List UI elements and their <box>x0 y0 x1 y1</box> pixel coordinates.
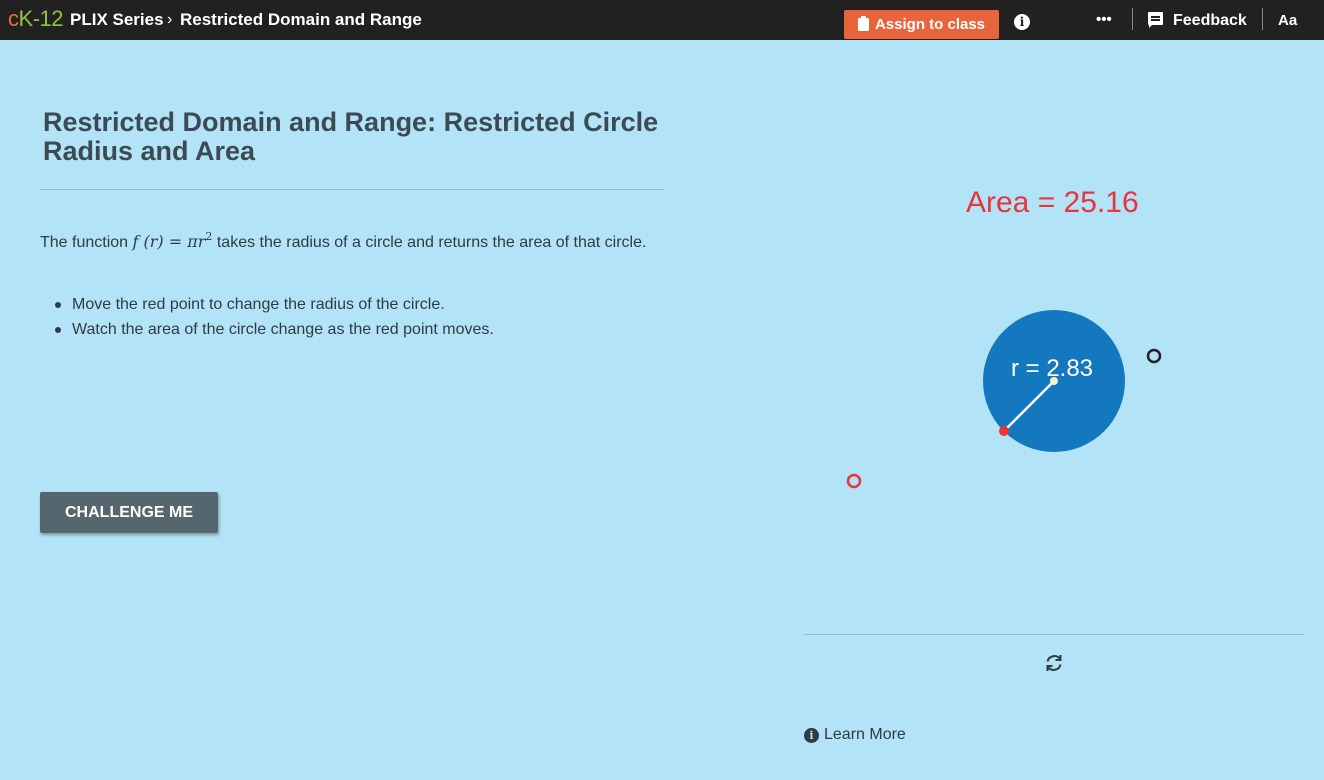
breadcrumb-title: Restricted Domain and Range <box>180 10 422 29</box>
challenge-me-button[interactable]: CHALLENGE ME <box>40 492 218 533</box>
feedback-icon[interactable] <box>1148 12 1163 28</box>
breadcrumb-series[interactable]: PLIX Series <box>70 10 164 30</box>
list-item: Watch the area of the circle change as t… <box>55 317 672 342</box>
refresh-icon[interactable] <box>1043 652 1065 674</box>
breadcrumb-separator: › <box>167 11 173 28</box>
divider <box>1262 8 1263 30</box>
more-options-icon[interactable]: ••• <box>1096 10 1112 30</box>
center-point <box>1050 377 1058 385</box>
font-size-button[interactable]: Aa <box>1278 11 1297 31</box>
list-item: Move the red point to change the radius … <box>55 292 672 317</box>
function-formula: f (r) = πr2 <box>132 230 213 251</box>
divider <box>804 634 1304 635</box>
min-bound-point <box>846 473 862 489</box>
intro-before: The function <box>40 234 129 251</box>
ck12-logo[interactable]: cK-12 <box>8 7 63 31</box>
clipboard-icon <box>857 16 869 31</box>
learn-more-link[interactable]: i Learn More <box>804 725 906 745</box>
area-readout: Area = 25.16 <box>966 186 1139 219</box>
instruction-list: Move the red point to change the radius … <box>55 292 672 342</box>
divider <box>1132 8 1133 30</box>
page-title: Restricted Domain and Range: Restricted … <box>43 107 659 166</box>
info-icon[interactable]: i <box>1014 14 1030 30</box>
top-bar: cK-12 PLIX Series › Restricted Domain an… <box>0 0 1324 40</box>
assign-to-class-button[interactable]: Assign to class <box>844 10 999 39</box>
feedback-button[interactable]: Feedback <box>1173 11 1247 31</box>
info-icon: i <box>804 727 819 743</box>
radius-drag-point[interactable] <box>999 426 1009 436</box>
intro-after: takes the radius of a circle and returns… <box>216 234 647 251</box>
circle-simulation[interactable]: r = 2.83 <box>820 290 1220 510</box>
divider <box>40 189 664 190</box>
learn-more-label: Learn More <box>824 726 906 743</box>
intro-text: The function f (r) = πr2 takes the radiu… <box>40 226 700 254</box>
assign-label: Assign to class <box>874 16 986 33</box>
max-bound-point <box>1146 348 1162 364</box>
